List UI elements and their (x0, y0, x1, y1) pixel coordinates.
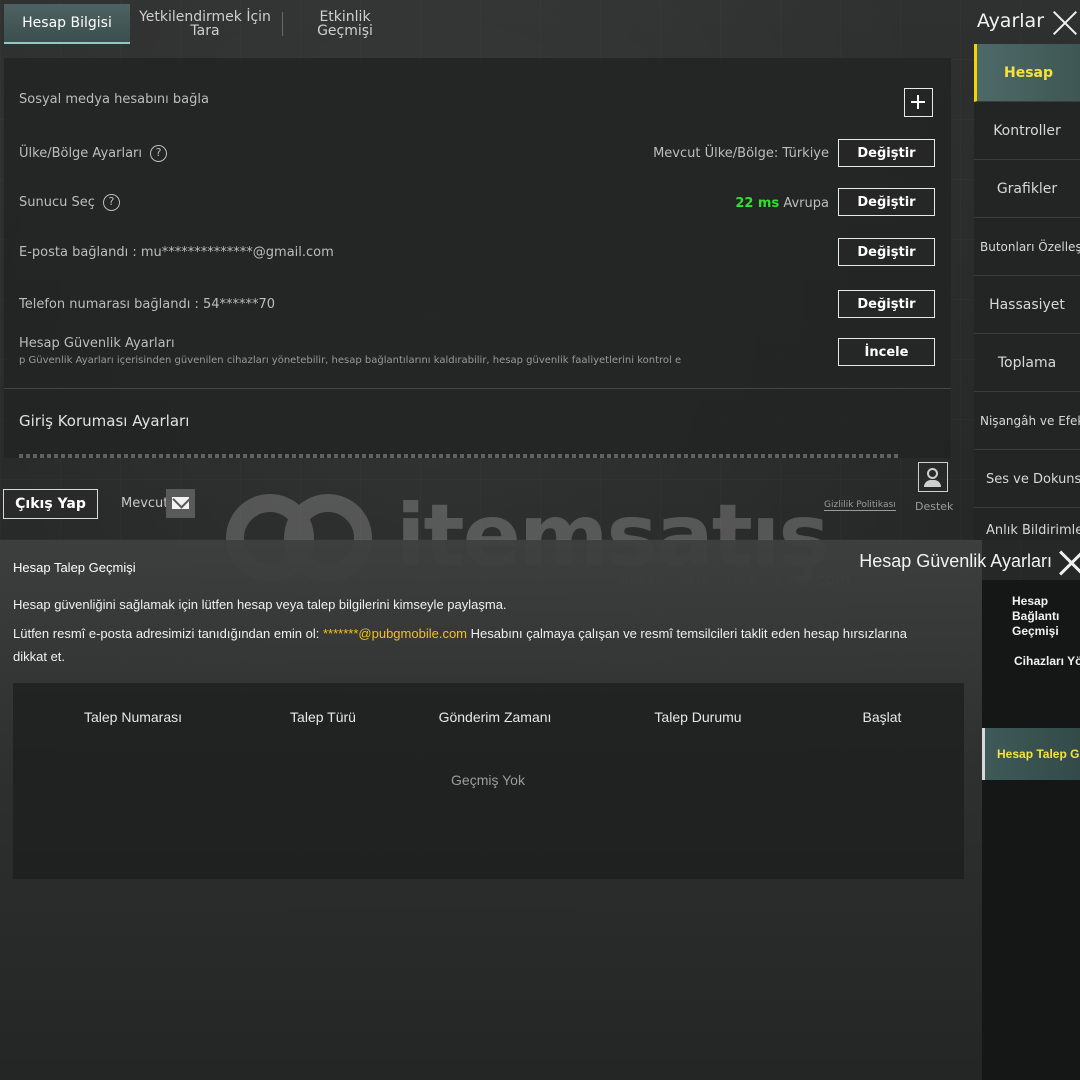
sidebar-item-label: Cihazları Yönet (1014, 654, 1080, 668)
sidebar-item-audio-haptics[interactable]: Ses ve Dokunsal (974, 451, 1080, 508)
sidebar-item-sensitivity[interactable]: Hassasiyet (974, 277, 1080, 334)
security-label: Hesap Güvenlik Ayarları (19, 336, 175, 351)
button-label: İncele (864, 344, 909, 360)
support-label[interactable]: Destek (915, 500, 953, 513)
envelope-icon (172, 497, 189, 509)
request-history-screen: Hesap Talep Geçmişi Hesap Güvenlik Ayarl… (0, 540, 1080, 1080)
tab-label: Etkinlik Geçmişi (317, 9, 373, 39)
settings-sidebar: Hesap Kontroller Grafikler Butonları Öze… (974, 44, 1080, 540)
page-title: Hesap Talep Geçmişi (13, 560, 136, 575)
help-icon[interactable]: ? (102, 194, 120, 211)
close-icon[interactable] (1056, 548, 1080, 578)
sidebar-item-request-history[interactable]: Hesap Talep Geçmişi (982, 728, 1080, 780)
server-label: Sunucu Seç (19, 195, 95, 210)
region-value: Mevcut Ülke/Bölge: Türkiye (653, 146, 829, 161)
tab-scan-to-authorize[interactable]: Yetkilendirmek İçin Tara (138, 4, 272, 44)
region-label: Ülke/Bölge Ayarları (19, 146, 142, 161)
region-row: Ülke/Bölge Ayarları? (19, 145, 167, 162)
official-email-notice: Lütfen resmî e-posta adresimizi tanıdığı… (13, 622, 918, 668)
account-info-panel: Sosyal medya hesabını bağla Ülke/Bölge A… (4, 58, 951, 458)
request-table: Talep Numarası Talep Türü Gönderim Zaman… (13, 683, 964, 879)
sidebar-item-pickup[interactable]: Toplama (974, 335, 1080, 392)
ping-value: 22 ms (735, 196, 780, 211)
server-info: 22 ms Avrupa (735, 196, 829, 211)
current-label: Mevcut (121, 496, 169, 511)
column-header: Talep Türü (290, 709, 356, 725)
logout-button[interactable]: Çıkış Yap (3, 489, 98, 519)
official-email: *******@pubgmobile.com (323, 626, 467, 641)
sidebar-item-controls[interactable]: Kontroller (974, 103, 1080, 160)
column-header: Başlat (862, 709, 902, 725)
top-tab-bar: Hesap Bilgisi Yetkilendirmek İçin Tara E… (0, 0, 975, 46)
support-body (924, 480, 941, 487)
support-icon[interactable] (918, 462, 948, 492)
change-email-button[interactable]: Değiştir (838, 238, 935, 266)
sidebar-item-label: Grafikler (996, 181, 1058, 197)
notice-text: Lütfen resmî e-posta adresimizi tanıdığı… (13, 626, 323, 641)
tab-divider (282, 12, 283, 36)
login-protection-heading: Giriş Koruması Ayarları (19, 412, 190, 430)
sidebar-item-graphics[interactable]: Grafikler (974, 161, 1080, 218)
help-icon[interactable]: ? (150, 145, 167, 162)
social-link-label: Sosyal medya hesabını bağla (19, 92, 209, 107)
sidebar-item-link-history[interactable]: Hesap Bağlantı Geçmişi (982, 594, 1080, 639)
sidebar-item-label: Toplama (997, 355, 1057, 371)
sidebar-item-customize-buttons[interactable]: Butonları Özelleştir (974, 219, 1080, 276)
column-header: Gönderim Zamanı (438, 709, 552, 725)
phone-label: Telefon numarası bağlandı : 54******70 (19, 297, 276, 312)
clipped-row (19, 454, 899, 458)
column-header: Talep Numarası (83, 709, 183, 725)
inspect-security-button[interactable]: İncele (838, 338, 935, 366)
button-label: Çıkış Yap (15, 496, 86, 512)
sidebar-item-label: Ses ve Dokunsal (986, 471, 1080, 487)
sidebar-item-scope-effects[interactable]: Nişangâh ve Efektler (974, 393, 1080, 450)
security-notice: Hesap güvenliğini sağlamak için lütfen h… (13, 597, 507, 612)
security-description: p Güvenlik Ayarları içerisinden güvenile… (19, 355, 681, 366)
button-label: Değiştir (857, 244, 916, 260)
sidebar-item-label: Hesap Talep Geçmişi (997, 747, 1080, 761)
sidebar-item-label: Nişangâh ve Efektler (980, 414, 1080, 428)
sidebar-item-notifications[interactable]: Anlık Bildirimler (974, 509, 1080, 540)
sidebar-item-label: Kontroller (993, 123, 1061, 139)
server-row: Sunucu Seç? (19, 194, 120, 211)
security-sidebar: Hesap Bağlantı Geçmişi Cihazları Yönet H… (982, 580, 1080, 1080)
column-header: Talep Durumu (654, 709, 742, 725)
close-icon[interactable] (1050, 8, 1080, 38)
tab-activity-history[interactable]: Etkinlik Geçmişi (290, 4, 400, 44)
tab-label: Hesap Bilgisi (22, 15, 112, 31)
tab-label: Yetkilendirmek İçin Tara (139, 9, 271, 39)
sidebar-item-manage-devices[interactable]: Cihazları Yönet (982, 654, 1080, 668)
divider (4, 388, 951, 389)
sidebar-item-label: Hassasiyet (989, 297, 1065, 313)
add-social-button[interactable] (904, 88, 933, 117)
sidebar-item-account[interactable]: Hesap (974, 44, 1080, 102)
security-settings-title: Hesap Güvenlik Ayarları (859, 551, 1052, 571)
button-label: Değiştir (857, 296, 916, 312)
email-label: E-posta bağlandı : mu**************@gmai… (19, 245, 334, 260)
mail-button[interactable] (166, 489, 195, 518)
change-phone-button[interactable]: Değiştir (838, 290, 935, 318)
button-label: Değiştir (857, 194, 916, 210)
tab-account-info[interactable]: Hesap Bilgisi (4, 4, 130, 44)
change-region-button[interactable]: Değiştir (838, 139, 935, 167)
settings-title: Ayarlar (976, 10, 1044, 32)
change-server-button[interactable]: Değiştir (838, 188, 935, 216)
server-region: Avrupa (783, 196, 829, 211)
support-head (927, 468, 938, 479)
button-label: Değiştir (857, 145, 916, 161)
sidebar-item-label: Hesap Bağlantı Geçmişi (1012, 594, 1060, 638)
privacy-policy-link[interactable]: Gizlilik Politikası (824, 500, 896, 511)
sidebar-item-label: Hesap (1003, 64, 1053, 81)
sidebar-item-label: Butonları Özelleştir (980, 240, 1080, 254)
sidebar-item-label: Anlık Bildirimler (986, 523, 1080, 538)
empty-state: Geçmiş Yok (451, 772, 525, 788)
